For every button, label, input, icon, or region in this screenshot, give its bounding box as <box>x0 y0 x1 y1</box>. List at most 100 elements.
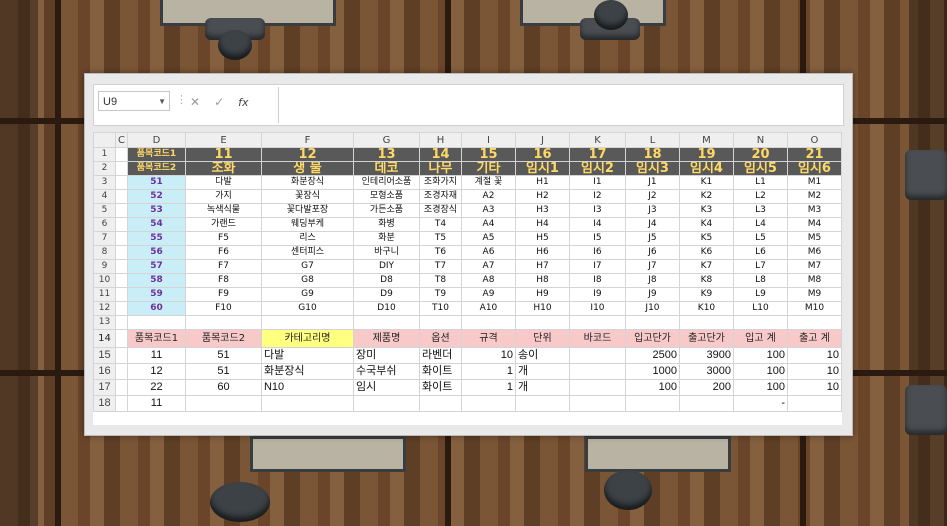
cell[interactable]: I5 <box>568 231 626 246</box>
column-title-cell[interactable]: 출고단가 <box>678 329 734 348</box>
cell[interactable]: 생 물 <box>260 161 354 176</box>
row-header[interactable]: 5 <box>93 203 116 218</box>
cell[interactable]: K1 <box>678 175 734 190</box>
cell[interactable]: M8 <box>786 273 842 288</box>
cell[interactable]: 100 <box>732 379 788 396</box>
column-header[interactable]: C <box>115 132 128 148</box>
cancel-icon[interactable]: ✕ <box>190 95 200 109</box>
cell[interactable]: 임시5 <box>732 161 788 176</box>
cell[interactable]: 리스 <box>260 231 354 246</box>
cell[interactable]: 100 <box>732 363 788 380</box>
cell[interactable] <box>568 395 626 412</box>
cell[interactable] <box>115 189 128 204</box>
cell[interactable]: L1 <box>732 175 788 190</box>
column-header[interactable]: J <box>514 132 570 148</box>
cell[interactable]: J10 <box>624 301 680 316</box>
cell[interactable]: 1 <box>460 363 516 380</box>
cell[interactable]: I10 <box>568 301 626 316</box>
cell[interactable]: 2500 <box>624 347 680 364</box>
cell[interactable]: H10 <box>514 301 570 316</box>
cell[interactable] <box>786 395 842 412</box>
cell[interactable]: 22 <box>126 379 186 396</box>
cell[interactable]: I7 <box>568 259 626 274</box>
cell[interactable]: 바구니 <box>352 245 420 260</box>
cell[interactable]: H7 <box>514 259 570 274</box>
cell[interactable] <box>115 245 128 260</box>
cell[interactable]: F7 <box>184 259 262 274</box>
cell[interactable] <box>568 315 626 330</box>
cell[interactable]: I1 <box>568 175 626 190</box>
cell[interactable]: M6 <box>786 245 842 260</box>
cell[interactable]: 60 <box>184 379 262 396</box>
cell[interactable]: I6 <box>568 245 626 260</box>
cell[interactable] <box>115 203 128 218</box>
cell[interactable]: G10 <box>260 301 354 316</box>
cell[interactable]: G8 <box>260 273 354 288</box>
row-header[interactable]: 11 <box>93 287 116 302</box>
row-header[interactable]: 15 <box>93 347 116 364</box>
cell[interactable]: 가지 <box>184 189 262 204</box>
cell[interactable]: N10 <box>260 379 354 396</box>
cell[interactable]: 100 <box>624 379 680 396</box>
cell[interactable]: T10 <box>418 301 462 316</box>
cell[interactable]: 58 <box>126 273 186 288</box>
cell[interactable]: 10 <box>460 347 516 364</box>
cell[interactable]: 가랜드 <box>184 217 262 232</box>
cell[interactable]: 개 <box>514 363 570 380</box>
cell[interactable]: D9 <box>352 287 420 302</box>
row-header[interactable]: 14 <box>93 329 116 348</box>
cell[interactable]: 임시1 <box>514 161 570 176</box>
cell-table[interactable]: C D E F G H I J K L M N O 1 품목코드1 11 12 13 14 15 16 17 18 19 20 2… <box>93 132 842 412</box>
column-header[interactable]: K <box>568 132 626 148</box>
row-header[interactable]: 13 <box>93 315 116 330</box>
cell[interactable] <box>115 363 128 380</box>
cell[interactable] <box>115 259 128 274</box>
cell[interactable]: 다발 <box>260 347 354 364</box>
cell[interactable] <box>115 301 128 316</box>
cell[interactable]: 장미 <box>352 347 420 364</box>
cell[interactable] <box>115 315 128 330</box>
column-title-cell[interactable]: 규격 <box>460 329 516 348</box>
cell[interactable]: 품목코드1 <box>126 147 186 162</box>
column-header[interactable]: D <box>126 132 186 148</box>
cell[interactable] <box>514 395 570 412</box>
cell[interactable]: 수국부쉬 <box>352 363 420 380</box>
cell[interactable]: L5 <box>732 231 788 246</box>
cell[interactable]: 10 <box>786 347 842 364</box>
cell[interactable]: I3 <box>568 203 626 218</box>
cell[interactable]: 11 <box>126 347 186 364</box>
cell[interactable]: 51 <box>126 175 186 190</box>
cell[interactable]: 웨딩부케 <box>260 217 354 232</box>
cell[interactable]: 13 <box>352 147 420 162</box>
cell[interactable] <box>126 315 186 330</box>
cell[interactable]: 화병 <box>352 217 420 232</box>
cell[interactable] <box>678 395 734 412</box>
row-header[interactable]: 9 <box>93 259 116 274</box>
row-header[interactable]: 18 <box>93 395 116 412</box>
cell[interactable]: M3 <box>786 203 842 218</box>
cell[interactable]: I4 <box>568 217 626 232</box>
cell[interactable]: A5 <box>460 231 516 246</box>
cell[interactable]: 임시3 <box>624 161 680 176</box>
cell[interactable]: J1 <box>624 175 680 190</box>
cell[interactable]: 20 <box>732 147 788 162</box>
row-header[interactable]: 12 <box>93 301 116 316</box>
cell[interactable] <box>115 175 128 190</box>
cell[interactable]: A10 <box>460 301 516 316</box>
cell[interactable]: L2 <box>732 189 788 204</box>
cell[interactable]: 56 <box>126 245 186 260</box>
cell[interactable]: 임시4 <box>678 161 734 176</box>
cell[interactable] <box>260 315 354 330</box>
cell[interactable] <box>115 273 128 288</box>
cell[interactable]: 200 <box>678 379 734 396</box>
cell[interactable]: F9 <box>184 287 262 302</box>
column-header[interactable]: M <box>678 132 734 148</box>
cell[interactable]: 임시2 <box>568 161 626 176</box>
cell[interactable]: I8 <box>568 273 626 288</box>
cell[interactable]: 18 <box>624 147 680 162</box>
cell[interactable]: 100 <box>732 347 788 364</box>
insert-function-icon[interactable]: fx <box>238 96 248 109</box>
cell[interactable]: M1 <box>786 175 842 190</box>
cell[interactable]: T5 <box>418 231 462 246</box>
cell[interactable] <box>418 395 462 412</box>
